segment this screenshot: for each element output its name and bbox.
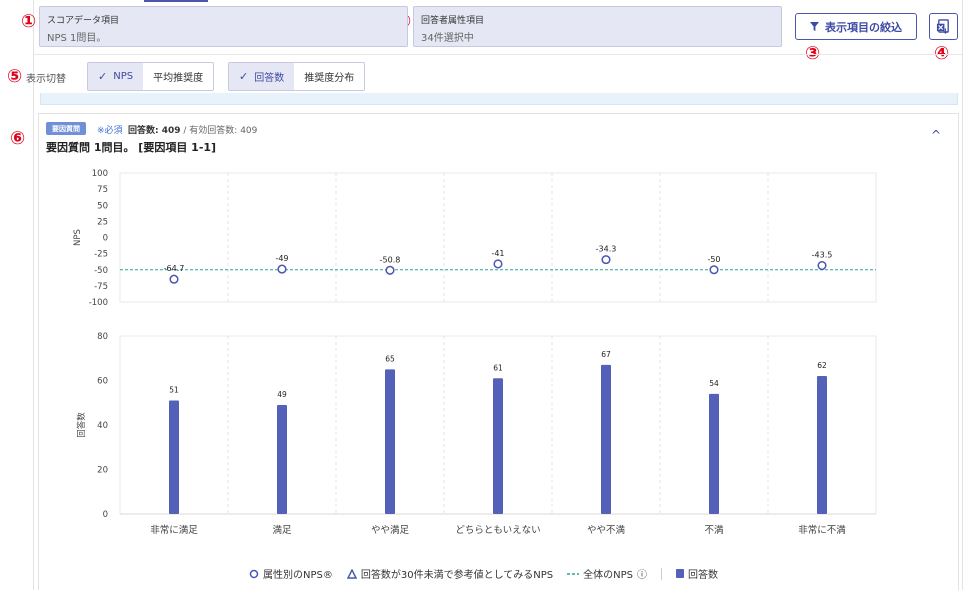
x-category-label: 非常に満足 [150,524,198,536]
response-count-bar [817,376,827,514]
nps-y-tick-label: 25 [97,217,108,227]
nps-data-label: -43.5 [812,251,833,260]
bar-y-tick-label: 80 [97,332,108,342]
nps-point [385,265,395,275]
legend-separator [661,567,662,580]
response-count-bar [709,393,719,514]
x-category-label: 不満 [704,525,724,536]
nps-point [817,261,827,271]
response-count-bar [385,369,395,514]
nps-y-tick-label: 75 [97,185,108,195]
dashed-line-icon [567,572,580,575]
bar-y-axis-label: 回答数 [76,412,87,438]
legend-nps-by-attr-label: 属性別のNPS® [262,570,333,581]
charts-canvas: 100 75 50 25 0 -25 -50 -75 -100 NPS -64.7 -49 -50.8 -… [73,169,877,536]
nps-data-label: -41 [491,249,504,258]
x-category-label: どちらともいえない [455,525,540,536]
response-count-bar [601,364,611,514]
nps-point [169,274,179,284]
bar-data-label: 54 [709,379,719,388]
bar-data-label: 51 [169,386,179,395]
chart-legend: 属性別のNPS® 回答数が30件未満で参考値としてみるNPS 全体のNPS ⓘ … [0,566,967,581]
bar-y-tick-label: 40 [97,421,108,431]
bar-data-label: 61 [493,363,503,372]
bar-y-tick-label: 20 [97,466,108,476]
bar-y-tick-label: 60 [97,377,108,387]
bar-data-label: 62 [817,361,827,370]
bar-data-label: 65 [385,354,395,363]
legend-nps-by-attr[interactable]: 属性別のNPS® [249,566,333,581]
legend-overall-nps-label: 全体のNPS [583,570,633,581]
bar-swatch-icon [676,569,684,578]
nps-y-axis-label: NPS [73,229,83,246]
nps-data-label: -49 [275,254,288,263]
legend-response-count[interactable]: 回答数 [676,566,718,581]
nps-point [709,265,719,275]
response-count-bar [493,378,503,514]
x-category-label: やや満足 [371,525,410,536]
triangle-marker-icon [346,568,357,579]
bar-y-tick-label: 0 [103,510,108,520]
nps-data-label: -34.3 [596,245,617,254]
nps-data-label: -50 [707,255,720,264]
bar-data-label: 67 [601,350,611,359]
x-category-label: 非常に不満 [798,524,846,536]
info-icon[interactable]: ⓘ [637,566,647,581]
bar-data-label: 49 [277,390,287,399]
nps-y-tick-label: -100 [89,298,108,308]
nps-data-label: -50.8 [380,255,401,264]
nps-y-tick-label: -75 [94,282,108,292]
legend-ref-value[interactable]: 回答数が30件未満で参考値としてみるNPS [346,566,554,581]
x-category-label: やや不満 [587,525,626,536]
x-category-label: 満足 [272,525,292,536]
nps-point [493,259,503,269]
legend-response-count-label: 回答数 [688,570,718,581]
nps-y-tick-label: 0 [103,234,108,244]
nps-point [601,255,611,265]
response-count-bar [169,400,179,514]
response-count-bar [277,404,287,514]
nps-y-tick-label: 100 [92,169,108,179]
nps-y-tick-label: -50 [94,266,108,276]
nps-y-tick-label: 50 [97,201,108,211]
nps-y-tick-label: -25 [94,250,108,260]
nps-point [277,264,287,274]
nps-data-label: -64.7 [164,264,185,273]
circle-marker-icon [249,569,259,578]
legend-ref-value-label: 回答数が30件未満で参考値としてみるNPS [360,570,554,581]
legend-overall-nps[interactable]: 全体のNPS ⓘ [567,566,647,581]
nps-plot-area [119,172,877,303]
